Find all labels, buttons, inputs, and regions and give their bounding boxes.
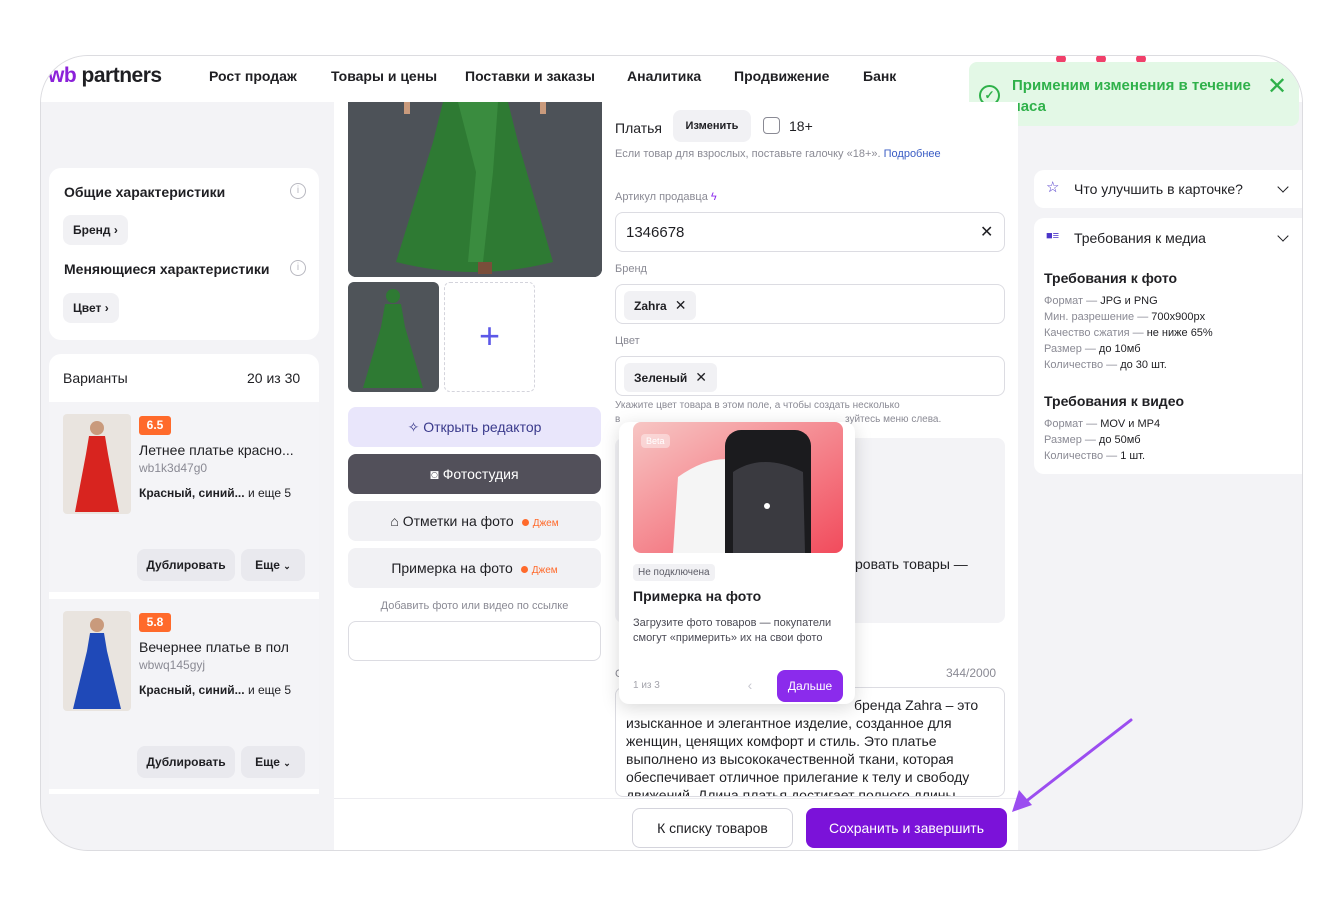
annotation-arrow bbox=[1012, 718, 1133, 812]
